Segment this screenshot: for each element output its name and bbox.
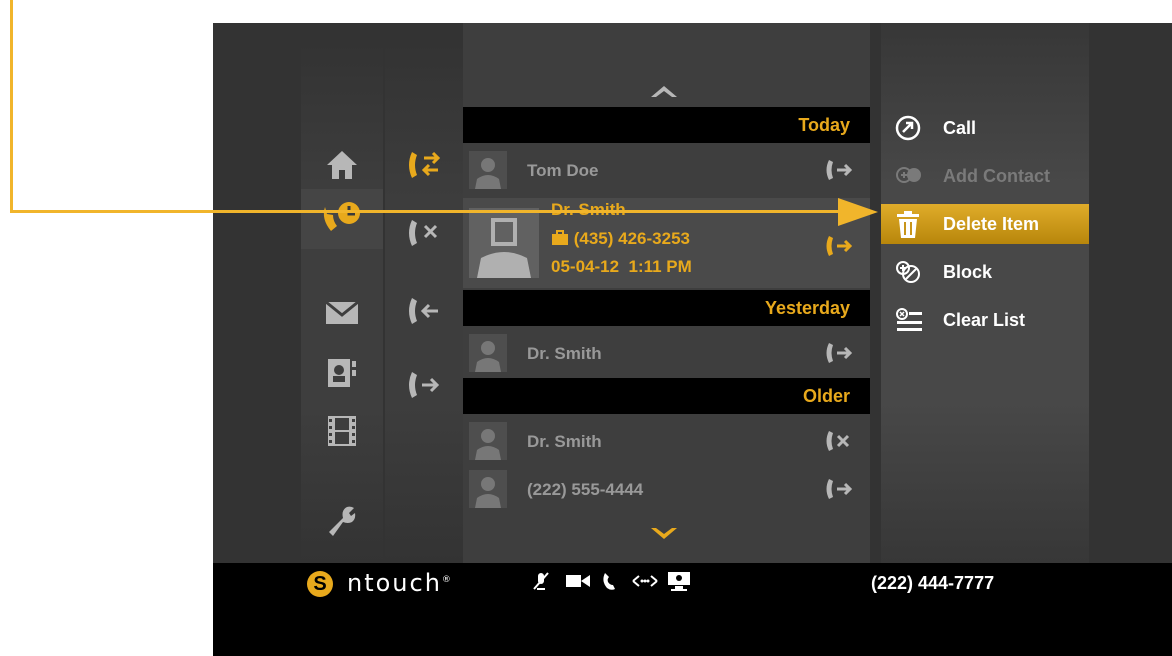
person-placeholder-icon <box>477 218 531 278</box>
contact-name: Tom Doe <box>527 161 599 180</box>
nav-settings[interactable] <box>301 491 383 551</box>
list-item[interactable]: Dr. Smith <box>463 330 870 376</box>
nav-call-history[interactable] <box>301 189 383 249</box>
menu-item-label: Block <box>943 262 993 282</box>
brand-logo-icon: S <box>307 571 333 597</box>
filter-all-calls[interactable] <box>385 135 463 195</box>
contacts-icon <box>328 359 356 387</box>
menu-item-label: Delete Item <box>943 214 1040 234</box>
menu-item-label: Call <box>943 118 977 138</box>
brand-name: ntouch® <box>347 569 453 597</box>
outgoing-call-icon <box>826 236 853 256</box>
avatar <box>469 334 507 372</box>
brand-name-text: ntouch <box>347 569 442 597</box>
contact-name: (222) 555-4444 <box>527 480 644 499</box>
call-datetime: 05-04-12 1:11 PM <box>551 257 692 276</box>
add-contact-icon <box>896 167 921 183</box>
person-placeholder-icon <box>475 341 501 372</box>
trash-icon <box>897 211 919 238</box>
person-placeholder-icon <box>475 429 501 460</box>
display-icon <box>668 572 690 591</box>
menu-item-clear-list[interactable]: Clear List <box>881 300 1089 340</box>
brand-registered-mark: ® <box>441 575 453 585</box>
person-placeholder-icon <box>475 158 501 189</box>
ntouch-screen: Today Tom Doe Dr. Smith <box>213 23 1172 656</box>
call-history-list: Today Tom Doe Dr. Smith <box>463 23 870 563</box>
filter-outgoing-calls[interactable] <box>385 355 463 415</box>
phone-icon <box>603 573 615 590</box>
avatar <box>469 470 507 508</box>
video-camera-icon <box>566 575 590 587</box>
callout-line-vertical <box>10 0 13 213</box>
callout-arrowhead-icon <box>838 198 878 226</box>
menu-item-add-contact[interactable]: Add Contact <box>881 156 1089 196</box>
network-icon <box>632 575 658 587</box>
call-icon <box>895 115 921 141</box>
list-item[interactable]: Tom Doe <box>463 147 870 193</box>
scroll-down-icon[interactable] <box>649 526 679 542</box>
list-item[interactable]: Dr. Smith <box>463 418 870 464</box>
menu-item-label: Add Contact <box>943 166 1050 186</box>
missed-calls-icon <box>409 220 438 246</box>
avatar <box>469 422 507 460</box>
section-header-older: Older <box>463 378 870 414</box>
section-header-yesterday: Yesterday <box>463 290 870 326</box>
status-bar: S ntouch® (222) 444-7777 <box>213 563 1172 656</box>
avatar <box>469 208 539 278</box>
call-options-menu: Call Add Contact Delete Item Block Clear… <box>881 23 1089 563</box>
menu-item-label: Clear List <box>943 310 1026 330</box>
home-icon <box>327 151 357 179</box>
menu-item-delete[interactable]: Delete Item <box>881 204 1089 244</box>
nav-mail[interactable] <box>301 283 383 343</box>
clear-list-icon <box>896 308 922 331</box>
incoming-calls-icon <box>409 298 438 324</box>
main-nav <box>301 43 383 563</box>
my-phone-number: (222) 444-7777 <box>871 573 995 593</box>
scroll-up-icon[interactable] <box>649 83 679 99</box>
outgoing-call-icon <box>826 479 853 499</box>
all-calls-icon <box>409 151 441 178</box>
section-header-today: Today <box>463 107 870 143</box>
nav-contacts[interactable] <box>301 343 383 403</box>
person-placeholder-icon <box>475 477 501 508</box>
work-briefcase-icon <box>552 230 568 245</box>
outgoing-calls-icon <box>409 372 440 398</box>
wrench-icon <box>329 506 356 536</box>
mail-icon <box>325 300 359 324</box>
outgoing-call-icon <box>826 343 853 363</box>
call-filter-nav <box>385 43 463 563</box>
film-icon <box>328 416 356 446</box>
callout-line-horizontal <box>10 210 848 213</box>
block-icon <box>896 261 920 283</box>
menu-item-call[interactable]: Call <box>881 108 1089 148</box>
nav-video[interactable] <box>301 401 383 461</box>
outgoing-call-icon <box>826 160 853 180</box>
contact-name: Dr. Smith <box>527 432 602 451</box>
call-history-icon <box>323 202 360 231</box>
menu-item-block[interactable]: Block <box>881 252 1089 292</box>
filter-incoming-calls[interactable] <box>385 281 463 341</box>
list-item[interactable]: (222) 555-4444 <box>463 466 870 512</box>
nav-home[interactable] <box>301 135 383 195</box>
contact-phone: (435) 426-3253 <box>551 229 690 249</box>
contact-name: Dr. Smith <box>527 344 602 363</box>
missed-call-icon <box>826 431 850 451</box>
mic-muted-icon <box>533 572 549 590</box>
phone-number: (435) 426-3253 <box>573 229 690 248</box>
avatar <box>469 151 507 189</box>
